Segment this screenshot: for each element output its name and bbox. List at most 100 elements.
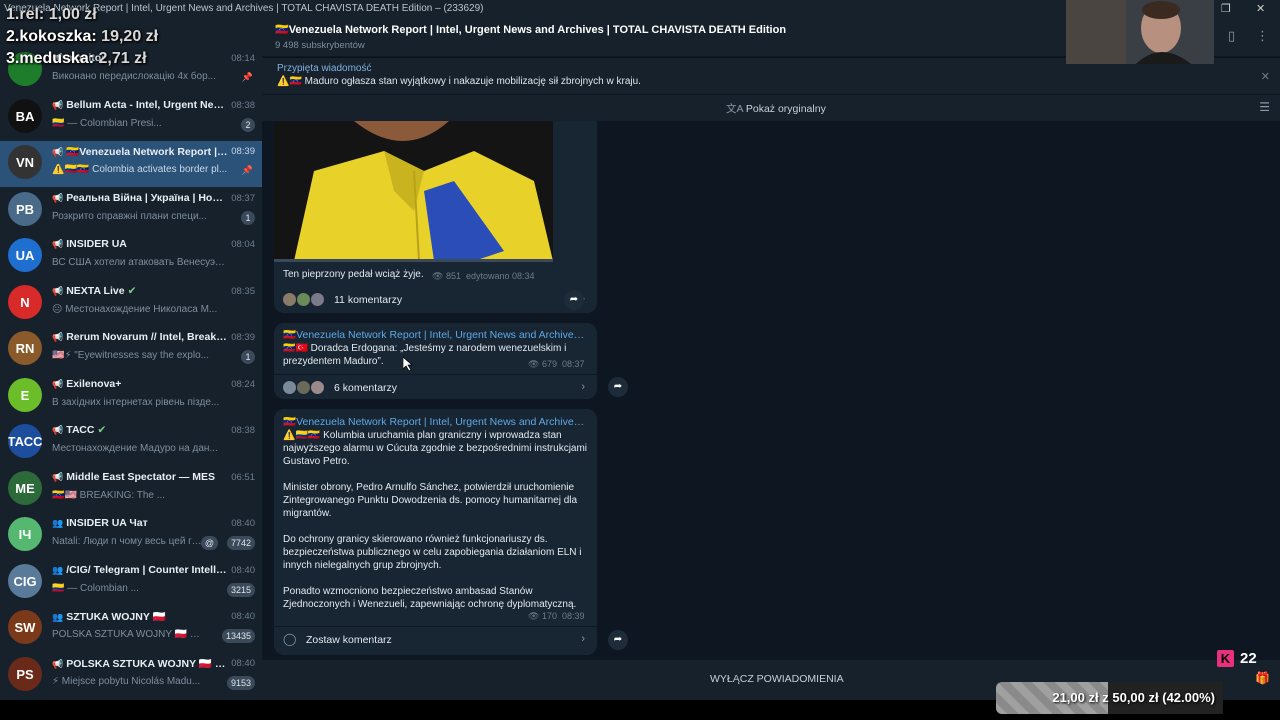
ranking-amount: 2,71 zł: [98, 50, 147, 67]
goal-percent: (42.00%): [1162, 690, 1215, 705]
chat-name: 📢 Middle East Spectator — MES: [52, 471, 228, 483]
chat-list-item[interactable]: CIG 👥/CIG/ Telegram | Counter Intellige..…: [0, 560, 262, 606]
unread-badge: 1: [241, 211, 255, 225]
chat-name: 👥 INSIDER UA Чат: [52, 517, 228, 529]
chat-time: 06:51: [231, 472, 255, 483]
photo-progress: [274, 259, 553, 262]
chat-preview: ⚠️🇨🇴🇻🇪 Colombia activates border pl...: [52, 164, 228, 175]
close-icon[interactable]: ✕: [1256, 0, 1265, 18]
commenter-avatar: [310, 292, 325, 307]
chat-avatar: VN: [8, 145, 42, 179]
verified-icon: ✔: [97, 424, 107, 436]
comments-button[interactable]: ◯ Zostaw komentarz ›: [274, 626, 597, 652]
chat-list-item[interactable]: PS 📢POLSKA SZTUKA WOJNY 🇵🇱 Wojn...08:40 ⚡ …: [0, 653, 262, 699]
message-meta: 👁 851 edytowano 08:34: [432, 271, 535, 282]
megaphone-icon: 📢: [52, 379, 64, 389]
chat-list-item[interactable]: РВ 📢 Реальна Війна | Україна | Нови... 08:3…: [0, 188, 262, 234]
megaphone-icon: 📢: [52, 193, 64, 203]
webcam-overlay: [1066, 0, 1214, 64]
translate-settings-icon[interactable]: ☰: [1259, 100, 1270, 114]
chat-name-text: /CIG/ Telegram | Counter Intellige...: [66, 564, 228, 576]
chat-avatar: RN: [8, 331, 42, 365]
message-time: 08:37: [562, 359, 585, 369]
chat-name-text: SZTUKA WOJNY 🇵🇱: [66, 611, 166, 623]
message-time: 08:39: [562, 611, 585, 621]
commenter-avatar: [296, 380, 311, 395]
message-feed[interactable]: Ten pieprzony pedał wciąż żyje. 👁 851 ed…: [262, 121, 1280, 660]
message-caption: Ten pieprzony pedał wciąż żyje.: [283, 269, 424, 280]
chat-name: 📢 Rerum Novarum // Intel, Breaking...: [52, 331, 228, 343]
message-bubble[interactable]: 🇻🇪Venezuela Network Report | Intel, Urge…: [274, 323, 597, 399]
chat-avatar: BA: [8, 99, 42, 133]
chat-name: 📢 Bellum Acta - Intel, Urgent News ...: [52, 99, 228, 111]
more-menu-icon[interactable]: ⋮: [1256, 28, 1269, 44]
commenter-avatar: [282, 292, 297, 307]
chat-list-item[interactable]: E 📢 Exilenova+ 08:24 В західних інтернетах р…: [0, 374, 262, 420]
chat-time: 08:38: [231, 100, 255, 111]
chat-preview: ⚡ Miejsce pobytu Nicolás Madu...: [52, 676, 201, 687]
comments-button[interactable]: 6 komentarzy ›: [274, 374, 597, 400]
chat-avatar: E: [8, 378, 42, 412]
chat-list-item[interactable]: ME 📢 Middle East Spectator — MES 06:51 🇻🇪🇺🇸 …: [0, 467, 262, 513]
chat-name: 📢 🇻🇪Venezuela Network Report | I...: [52, 145, 228, 158]
chevron-right-icon: ›: [581, 633, 585, 645]
kick-viewer-count: K 22: [1217, 650, 1257, 667]
sidebar-toggle-icon[interactable]: ▯: [1228, 28, 1235, 44]
forwarded-from[interactable]: 🇻🇪Venezuela Network Report | Intel, Urge…: [283, 415, 588, 428]
chat-preview: ВС США хотели атаковать Венесуэлу ...: [52, 257, 228, 268]
unread-badge: 9153: [226, 676, 255, 690]
pinned-label: Przypięta wiadomość: [277, 63, 372, 74]
chat-time: 08:38: [231, 425, 255, 436]
chat-list-item[interactable]: VN 📢 🇻🇪Venezuela Network Report | I... 08:3…: [0, 141, 262, 187]
channel-title[interactable]: 🇻🇪Venezuela Network Report | Intel, Urge…: [275, 23, 786, 36]
comments-label: 6 komentarzy: [334, 382, 398, 394]
show-original-button[interactable]: 文A Pokaż oryginalny: [726, 101, 826, 116]
mute-notifications-button[interactable]: WYŁĄCZ POWIADOMIENIA: [710, 673, 844, 685]
chevron-right-icon: ›: [581, 381, 585, 393]
gift-icon[interactable]: 🎁: [1255, 671, 1270, 685]
share-button[interactable]: ➦: [608, 630, 628, 650]
message-bubble[interactable]: Ten pieprzony pedał wciąż żyje. 👁 851 ed…: [274, 121, 597, 313]
share-icon: ➦: [613, 634, 623, 645]
chat-avatar: ТАСС: [8, 424, 42, 458]
message-bubble[interactable]: 🇻🇪Venezuela Network Report | Intel, Urge…: [274, 409, 597, 655]
ranking-label: 2.kokoszka:: [6, 28, 97, 45]
megaphone-icon: 📢: [52, 100, 64, 110]
pinned-list-icon[interactable]: ✕: [1261, 70, 1270, 83]
chat-list-item[interactable]: UA 📢 INSIDER UA 08:04 ВС США хотели атаковат…: [0, 234, 262, 280]
chat-preview: Местонахождение Мадуро на дан...: [52, 443, 218, 454]
comments-label: 11 komentarzy: [334, 294, 403, 306]
comments-bar[interactable]: 11 komentarzy ›: [274, 287, 597, 313]
chat-list-item[interactable]: N 📢 NEXTA Live ✔ 08:35 😐 Местонахождение Нико…: [0, 281, 262, 327]
ranking-label: 1.rel:: [6, 6, 45, 23]
chat-avatar: ME: [8, 471, 42, 505]
share-button[interactable]: ➦: [608, 377, 628, 397]
goal-separator: z: [1102, 690, 1109, 705]
unread-badge: 7742: [226, 536, 255, 550]
subscriber-count: 9 498 subskrybentów: [275, 40, 365, 51]
chat-name: 📢POLSKA SZTUKA WOJNY 🇵🇱 Wojn...: [52, 657, 228, 670]
chat-avatar: IЧ: [8, 517, 42, 551]
webcam-image: [1066, 0, 1214, 64]
chat-list-item[interactable]: BA 📢 Bellum Acta - Intel, Urgent News ... 0…: [0, 95, 262, 141]
chat-list-item[interactable]: SW 👥 SZTUKA WOJNY 🇵🇱 08:40 POLSKA SZTUKA WOJ…: [0, 606, 262, 652]
kick-logo: K: [1217, 650, 1234, 667]
donation-goal-text: 21,00 zł z 50,00 zł (42.00%): [1052, 690, 1215, 705]
forwarded-from[interactable]: 🇻🇪Venezuela Network Report | Intel, Urge…: [283, 328, 588, 341]
translate-icon: 文A: [726, 103, 743, 115]
chat-list-item[interactable]: RN 📢 Rerum Novarum // Intel, Breaking... 08…: [0, 327, 262, 373]
comments-button[interactable]: 11 komentarzy ›: [274, 287, 597, 313]
chat-avatar: PS: [8, 657, 42, 691]
share-icon: ➦: [613, 381, 623, 392]
share-button[interactable]: ➦: [564, 290, 584, 310]
view-count: 679: [541, 359, 557, 369]
pin-icon: 📌: [241, 72, 253, 82]
views-icon: 👁: [528, 359, 540, 369]
chat-list-item[interactable]: IЧ 👥 INSIDER UA Чат 08:40 Natali: Люди п чом…: [0, 513, 262, 559]
restore-icon[interactable]: ❐: [1221, 0, 1231, 18]
unread-badge: 3215: [226, 583, 255, 597]
commenter-avatar: [310, 380, 325, 395]
chat-list-item[interactable]: ТАСС 📢 ТАСС ✔ 08:38 Местонахождение Мадуро на…: [0, 420, 262, 466]
chat-time: 08:35: [231, 286, 255, 297]
message-photo[interactable]: [274, 121, 553, 261]
